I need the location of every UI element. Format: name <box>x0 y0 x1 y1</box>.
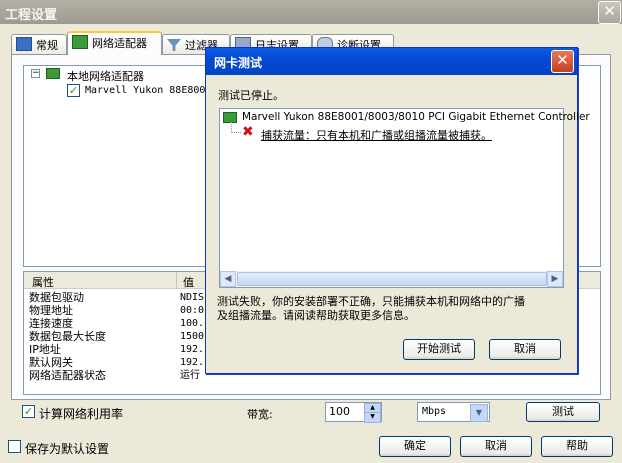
dialog-message-line1: 测试失败，你的安装部署不正确，只能捕获本机和网络中的广播 <box>217 295 525 308</box>
property-values: NDIS 00:0 100. 1500 192. 192. 运行 <box>180 291 204 382</box>
filter-icon <box>167 39 181 51</box>
dialog-cancel-button-label: 取消 <box>514 342 536 355</box>
dialog-adapter-label: Marvell Yukon 88E8001/8003/8010 PCI Giga… <box>242 111 590 123</box>
tree-adapter-label[interactable]: Marvell Yukon 88E800 <box>85 85 205 96</box>
scroll-right-icon[interactable]: ▶ <box>547 271 563 287</box>
scroll-thumb[interactable] <box>237 272 547 286</box>
property-value: 1500 <box>180 331 205 342</box>
bandwidth-label: 带宽: <box>247 408 273 421</box>
property-name: 物理地址 <box>29 304 73 317</box>
col-name-header[interactable]: 属性 <box>32 274 54 290</box>
start-test-button-label: 开始测试 <box>417 342 461 355</box>
scroll-left-icon[interactable]: ◀ <box>220 271 236 287</box>
tree-line <box>232 132 241 133</box>
ok-button-label: 确定 <box>404 439 426 452</box>
test-button-label: 测试 <box>552 405 574 418</box>
col-value-header[interactable]: 值 <box>183 274 194 290</box>
close-icon: ✕ <box>556 51 569 69</box>
property-value: 100. <box>180 318 205 329</box>
tree-root-label[interactable]: 本地网络适配器 <box>67 68 144 84</box>
test-button[interactable]: 测试 <box>526 402 600 422</box>
property-value: 192. <box>180 344 205 355</box>
dialog-message: 测试失败，你的安装部署不正确，只能捕获本机和网络中的广播 及组播流量。请阅读帮助… <box>217 295 569 323</box>
property-value: NDIS <box>180 292 205 303</box>
dialog-status: 测试已停止。 <box>218 89 284 102</box>
property-name: IP地址 <box>29 343 61 356</box>
tab-general-label: 常规 <box>36 39 58 52</box>
network-adapter-icon <box>46 68 60 79</box>
property-name: 数据包最大长度 <box>29 330 106 343</box>
window-close-button[interactable]: ✕ <box>598 1 621 24</box>
dialog-close-button[interactable]: ✕ <box>551 50 574 73</box>
property-name: 数据包驱动 <box>29 291 84 304</box>
unit-value: Mbps <box>422 406 447 417</box>
dialog-cancel-button[interactable]: 取消 <box>489 339 561 360</box>
property-name: 默认网关 <box>29 356 73 369</box>
start-test-button[interactable]: 开始测试 <box>403 339 475 360</box>
spin-down-icon[interactable]: ▼ <box>364 412 381 423</box>
calc-util-label: 计算网络利用率 <box>39 407 124 421</box>
dialog-error-text: 捕获流量：只有本机和广播或组播流量被捕获。 <box>261 129 492 142</box>
error-icon: ✖ <box>242 124 254 140</box>
save-default-label: 保存为默认设置 <box>25 442 110 456</box>
property-names: 数据包驱动 物理地址 连接速度 数据包最大长度 IP地址 默认网关 网络适配器状… <box>29 291 106 382</box>
save-default-checkbox[interactable] <box>8 440 21 453</box>
ok-button[interactable]: 确定 <box>379 436 451 457</box>
network-adapter-icon <box>223 112 237 123</box>
tab-network-adapter[interactable]: 网络适配器 <box>67 31 162 55</box>
network-adapter-icon <box>72 35 88 49</box>
tab-network-adapter-label: 网络适配器 <box>92 37 147 50</box>
property-value: 192. <box>180 357 205 368</box>
tab-general[interactable]: 常规 <box>11 34 67 54</box>
property-value: 00:0 <box>180 305 205 316</box>
window-titlebar: 工程设置 ✕ <box>0 0 622 24</box>
window-title: 工程设置 <box>5 8 58 23</box>
cancel-button[interactable]: 取消 <box>460 436 532 457</box>
help-button[interactable]: 帮助 <box>541 436 613 457</box>
help-button-label: 帮助 <box>566 439 588 452</box>
property-name: 连接速度 <box>29 317 73 330</box>
calc-util-checkbox[interactable]: ✓ <box>22 405 35 418</box>
close-icon: ✕ <box>603 2 616 20</box>
bandwidth-input[interactable]: 100 ▲ ▼ <box>325 402 382 423</box>
collapse-icon[interactable]: − <box>31 69 40 78</box>
dialog-title: 网卡测试 <box>214 56 263 70</box>
general-icon <box>16 37 32 51</box>
bandwidth-value: 100 <box>329 405 350 418</box>
column-divider[interactable] <box>176 272 177 289</box>
chevron-down-icon[interactable]: ▼ <box>470 404 488 422</box>
dialog-message-line2: 及组播流量。请阅读帮助获取更多信息。 <box>217 309 415 322</box>
property-name: 网络适配器状态 <box>29 369 106 382</box>
adapter-checkbox[interactable]: ✓ <box>67 84 80 97</box>
dialog-titlebar: 网卡测试 ✕ <box>206 48 577 75</box>
unit-select[interactable]: Mbps ▼ <box>417 402 490 422</box>
cancel-button-label: 取消 <box>485 439 507 452</box>
property-value: 运行 <box>180 370 200 381</box>
